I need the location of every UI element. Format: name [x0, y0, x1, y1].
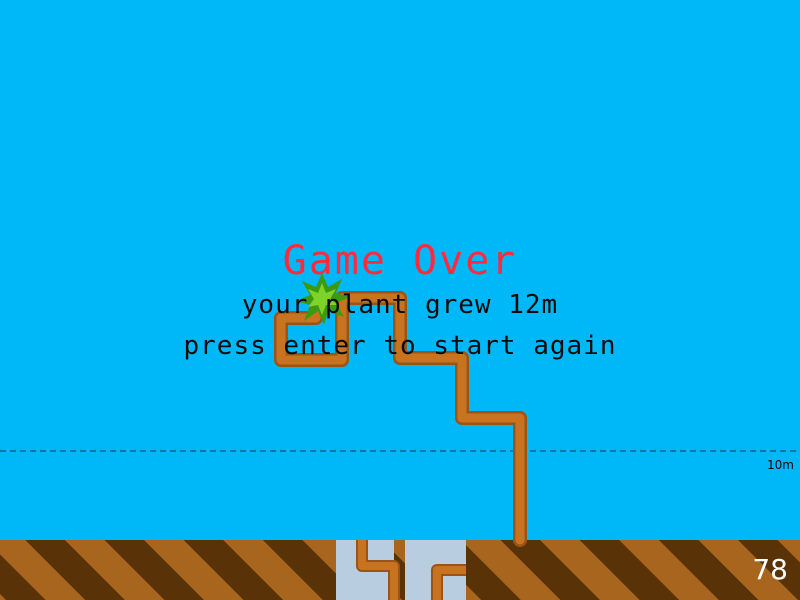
score-message: your plant grew 12m [241, 290, 559, 320]
fps-counter: 78 [752, 553, 788, 586]
height-marker-label: 10m [767, 458, 794, 472]
restart-prompt: press enter to start again [183, 331, 617, 361]
game-over-title: Game Over [282, 238, 518, 284]
ground-right [466, 540, 800, 600]
ground-left [0, 540, 336, 600]
